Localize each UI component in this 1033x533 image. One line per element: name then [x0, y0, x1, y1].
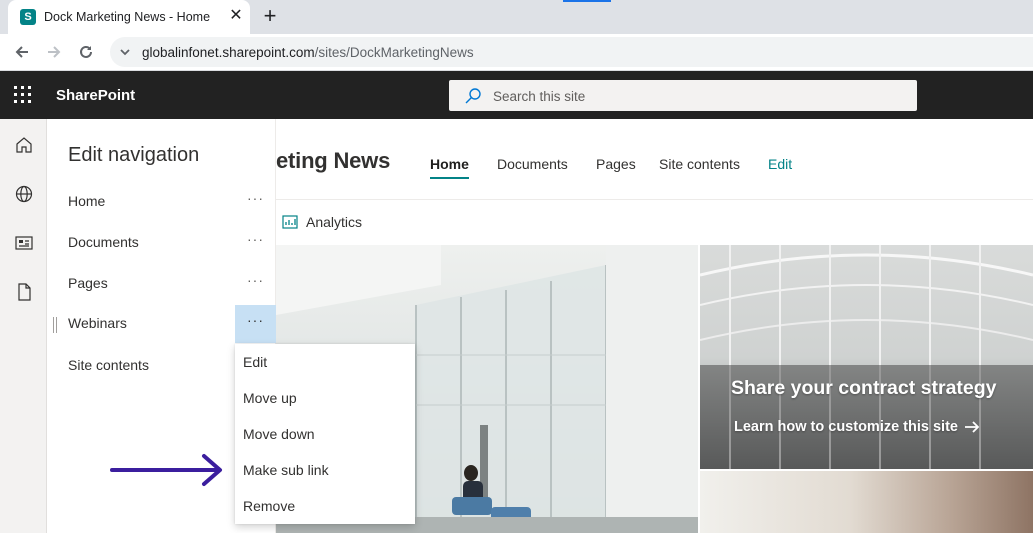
site-title[interactable]: eting News	[276, 148, 390, 174]
more-options-icon[interactable]: ···	[235, 265, 276, 303]
app-launcher-waffle-icon[interactable]	[14, 86, 32, 104]
edit-nav-item-label: Site contents	[68, 357, 149, 373]
new-tab-icon[interactable]: +	[258, 5, 282, 29]
search-icon	[464, 87, 482, 110]
menu-item-label: Make sub link	[243, 462, 329, 478]
search-placeholder: Search this site	[493, 89, 586, 104]
nav-documents[interactable]: Documents	[497, 156, 568, 172]
menu-item-move-up[interactable]: Move up	[235, 380, 415, 416]
browser-toolbar: globalinfonet.sharepoint.com/sites/DockM…	[0, 34, 1033, 71]
edit-nav-item-label: Home	[68, 193, 106, 209]
hero-link-label: Learn how to customize this site	[734, 419, 958, 435]
menu-item-edit[interactable]: Edit	[235, 344, 415, 380]
home-icon[interactable]	[14, 135, 34, 155]
more-options-icon[interactable]: ···	[235, 224, 276, 262]
drag-handle-icon[interactable]	[53, 317, 57, 333]
news-icon[interactable]	[14, 233, 34, 253]
more-options-icon[interactable]: ···	[235, 305, 276, 343]
header-divider	[276, 199, 1033, 200]
tab-strip-accent	[563, 0, 611, 2]
edit-nav-item-home[interactable]: Home ···	[48, 183, 276, 221]
sharepoint-favicon-icon: S	[20, 9, 36, 25]
hero-caption[interactable]: Share your contract strategy	[731, 377, 997, 400]
edit-navigation-heading: Edit navigation	[68, 144, 200, 166]
menu-item-label: Edit	[243, 354, 268, 370]
tab-close-icon[interactable]: ✕	[227, 7, 245, 25]
nav-pages[interactable]: Pages	[596, 156, 636, 172]
document-icon[interactable]	[14, 282, 34, 302]
nav-home[interactable]: Home	[430, 156, 469, 172]
url-host: globalinfonet.sharepoint.com	[142, 45, 315, 60]
edit-nav-item-pages[interactable]: Pages ···	[48, 265, 276, 303]
menu-item-make-sub-link[interactable]: Make sub link	[235, 452, 415, 488]
back-icon[interactable]	[10, 40, 34, 64]
app-bar	[0, 119, 47, 533]
menu-item-label: Remove	[243, 498, 296, 514]
menu-item-remove[interactable]: Remove	[235, 488, 415, 524]
more-options-icon[interactable]: ···	[235, 183, 276, 221]
hero-link[interactable]: Learn how to customize this site	[734, 419, 980, 435]
forward-icon[interactable]	[42, 40, 66, 64]
annotation-arrow-icon	[110, 454, 222, 486]
edit-nav-item-label: Documents	[68, 234, 139, 250]
menu-item-move-down[interactable]: Move down	[235, 416, 415, 452]
menu-item-label: Move down	[243, 426, 315, 442]
nav-edit-link[interactable]: Edit	[768, 156, 792, 172]
hero-image-people[interactable]	[700, 471, 1033, 533]
arrow-right-icon	[964, 421, 980, 433]
edit-nav-item-label: Pages	[68, 275, 108, 291]
suite-bar: SharePoint Search this site	[0, 71, 1033, 119]
browser-tab-title: Dock Marketing News - Home	[44, 10, 211, 24]
site-info-chevron-icon[interactable]	[119, 45, 131, 64]
sharepoint-brand[interactable]: SharePoint	[56, 87, 135, 104]
hero-image-atrium[interactable]	[700, 245, 1033, 469]
browser-tab[interactable]: S Dock Marketing News - Home ✕	[8, 0, 250, 34]
globe-icon[interactable]	[14, 184, 34, 204]
edit-nav-item-label: Webinars	[68, 315, 127, 331]
analytics-label: Analytics	[306, 214, 363, 230]
address-bar[interactable]: globalinfonet.sharepoint.com/sites/DockM…	[110, 37, 1033, 67]
nav-item-context-menu: Edit Move up Move down Make sub link Rem…	[235, 344, 415, 524]
url-path: /sites/DockMarketingNews	[314, 45, 474, 60]
reload-icon[interactable]	[74, 40, 98, 64]
nav-site-contents[interactable]: Site contents	[659, 156, 740, 172]
analytics-icon	[282, 215, 298, 229]
url-text: globalinfonet.sharepoint.com/sites/DockM…	[142, 45, 474, 60]
edit-nav-item-documents[interactable]: Documents ···	[48, 224, 276, 262]
browser-tab-strip: S Dock Marketing News - Home ✕ +	[0, 0, 1033, 34]
search-box[interactable]: Search this site	[449, 80, 917, 111]
nav-home-underline	[430, 177, 469, 179]
analytics-button[interactable]: Analytics	[282, 214, 362, 230]
menu-item-label: Move up	[243, 390, 297, 406]
edit-nav-item-webinars[interactable]: Webinars ···	[48, 305, 276, 343]
